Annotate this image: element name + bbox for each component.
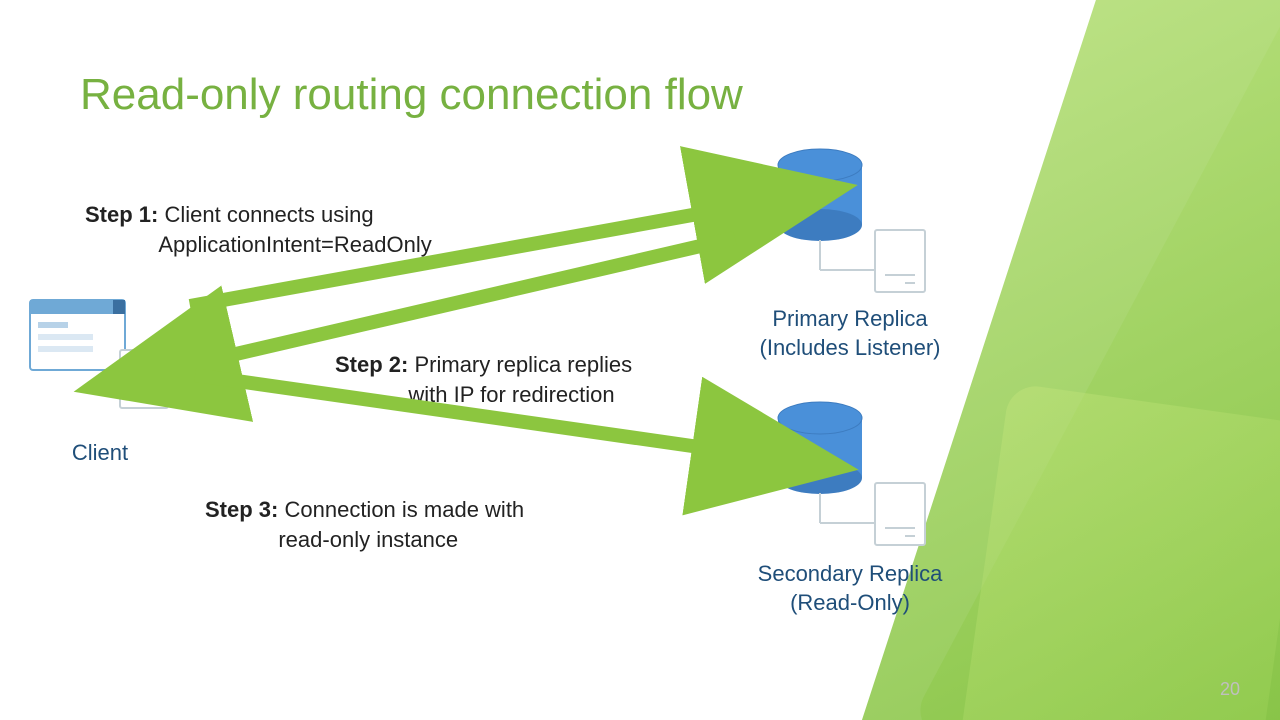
client-icon bbox=[30, 300, 168, 408]
primary-db-icon bbox=[778, 149, 925, 292]
step-1-line-b: ApplicationIntent=ReadOnly bbox=[158, 232, 431, 257]
client-label: Client bbox=[40, 440, 160, 466]
step-3-text: Step 3: Connection is made with read-onl… bbox=[205, 495, 524, 554]
step-1-text: Step 1: Client connects using Applicatio… bbox=[85, 200, 432, 259]
step-1-label: Step 1: bbox=[85, 202, 158, 227]
secondary-replica-label-a: Secondary Replica bbox=[758, 561, 943, 586]
primary-replica-label-b: (Includes Listener) bbox=[760, 335, 941, 360]
primary-replica-label: Primary Replica (Includes Listener) bbox=[735, 305, 965, 362]
secondary-replica-label-b: (Read-Only) bbox=[790, 590, 910, 615]
secondary-db-icon bbox=[778, 402, 925, 545]
step-2-line-a: Primary replica replies bbox=[414, 352, 632, 377]
step-3-line-b: read-only instance bbox=[278, 527, 458, 552]
step-2-label: Step 2: bbox=[335, 352, 408, 377]
step-3-line-a: Connection is made with bbox=[284, 497, 524, 522]
step-2-line-b: with IP for redirection bbox=[408, 382, 614, 407]
step-2-text: Step 2: Primary replica replies with IP … bbox=[335, 350, 632, 409]
step-1-line-a: Client connects using bbox=[164, 202, 373, 227]
slide-title: Read-only routing connection flow bbox=[80, 70, 743, 120]
slide-number: 20 bbox=[1220, 679, 1240, 700]
primary-replica-label-a: Primary Replica bbox=[772, 306, 927, 331]
slide: Read-only routing connection flow Step 1… bbox=[0, 0, 1280, 720]
step-3-label: Step 3: bbox=[205, 497, 278, 522]
secondary-replica-label: Secondary Replica (Read-Only) bbox=[735, 560, 965, 617]
